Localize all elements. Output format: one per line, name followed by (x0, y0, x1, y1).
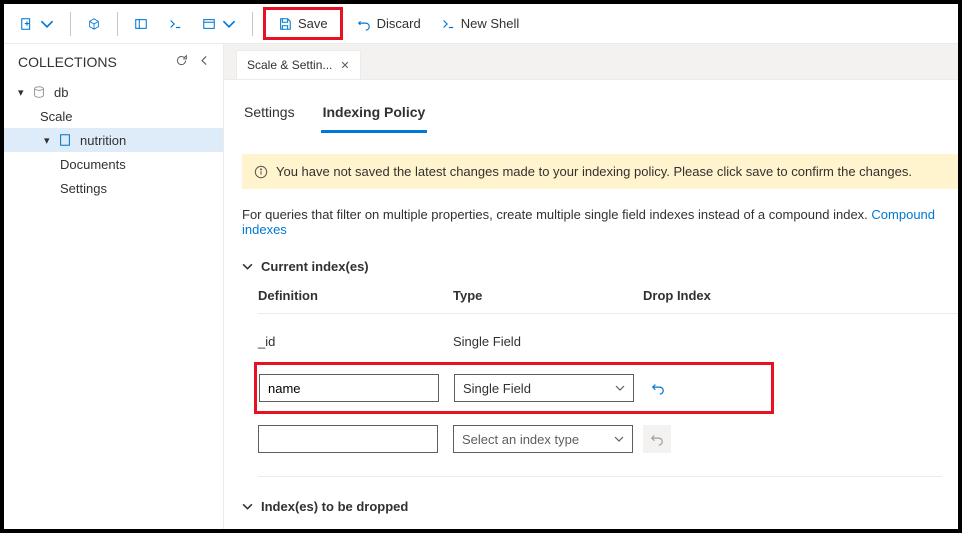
index-row: Single Field (259, 369, 769, 407)
discard-label: Discard (377, 16, 421, 31)
folder-icon (202, 17, 216, 31)
index-type: Single Field (453, 334, 643, 349)
index-table: Definition Type Drop Index _id Single Fi… (258, 288, 958, 458)
tree-settings[interactable]: Settings (4, 176, 223, 200)
chevron-down-icon (614, 434, 624, 444)
chevron-down-icon (242, 501, 253, 512)
col-header-definition: Definition (258, 288, 453, 303)
tree-db[interactable]: ▾ db (4, 80, 223, 104)
tree-scale-label: Scale (40, 109, 73, 124)
folder-dropdown[interactable] (194, 13, 244, 35)
tree-settings-label: Settings (60, 181, 107, 196)
shell-icon (441, 17, 455, 31)
panel-icon (134, 17, 148, 31)
index-row-highlight: Single Field (254, 362, 774, 414)
unsaved-warning: You have not saved the latest changes ma… (242, 154, 958, 189)
tree-nutrition-label: nutrition (80, 133, 126, 148)
collapse-button[interactable] (198, 54, 211, 70)
discard-button[interactable]: Discard (349, 12, 429, 35)
index-row: _id Single Field (258, 322, 958, 360)
separator (70, 12, 71, 36)
collection-icon (58, 133, 72, 147)
section-dropped-indexes[interactable]: Index(es) to be dropped (242, 499, 958, 514)
index-type-select[interactable]: Select an index type (453, 425, 633, 453)
sub-tabs: Settings Indexing Policy (242, 98, 958, 134)
sidebar-title: COLLECTIONS (18, 54, 117, 70)
toolbar: Save Discard New Shell (4, 4, 958, 44)
chevron-down-icon (242, 261, 253, 272)
section-current-indexes[interactable]: Current index(es) (242, 259, 958, 274)
new-shell-button[interactable]: New Shell (433, 12, 528, 35)
document-tab-bar: Scale & Settin... ✕ (224, 44, 958, 80)
index-definition: _id (258, 334, 453, 349)
caret-down-icon: ▾ (18, 86, 28, 99)
tree-db-label: db (54, 85, 68, 100)
close-icon[interactable]: ✕ (340, 59, 349, 72)
separator (117, 12, 118, 36)
description: For queries that filter on multiple prop… (242, 207, 958, 237)
index-type-placeholder: Select an index type (462, 432, 579, 447)
tab-scale-settings[interactable]: Scale & Settin... ✕ (236, 50, 361, 79)
subtab-indexing-policy[interactable]: Indexing Policy (321, 98, 428, 133)
index-definition-input[interactable] (258, 425, 438, 453)
undo-index-button[interactable] (644, 374, 672, 402)
section-dropped-label: Index(es) to be dropped (261, 499, 408, 514)
save-highlight: Save (263, 7, 343, 40)
index-type-select[interactable]: Single Field (454, 374, 634, 402)
description-text: For queries that filter on multiple prop… (242, 207, 871, 222)
panel-button[interactable] (126, 13, 156, 35)
refresh-icon (175, 54, 188, 67)
index-definition-input[interactable] (259, 374, 439, 402)
section-current-label: Current index(es) (261, 259, 369, 274)
undo-icon (357, 17, 371, 31)
new-shell-label: New Shell (461, 16, 520, 31)
sidebar: COLLECTIONS ▾ db Scale ▾ nutr (4, 44, 224, 529)
col-header-type: Type (453, 288, 643, 303)
tree-scale[interactable]: Scale (4, 104, 223, 128)
shell-icon-button[interactable] (160, 13, 190, 35)
new-item-icon (20, 17, 34, 31)
chevron-down-icon (615, 383, 625, 393)
shell-icon (168, 17, 182, 31)
undo-icon (650, 432, 664, 446)
cube-icon (87, 17, 101, 31)
undo-icon (651, 381, 665, 395)
separator (252, 12, 253, 36)
chevron-down-icon (40, 17, 54, 31)
tree-nutrition[interactable]: ▾ nutrition (4, 128, 223, 152)
tree: ▾ db Scale ▾ nutrition Documents Setting… (4, 78, 223, 202)
caret-down-icon: ▾ (44, 134, 54, 147)
info-icon (254, 165, 268, 179)
warning-text: You have not saved the latest changes ma… (276, 164, 912, 179)
open-query-button[interactable] (79, 13, 109, 35)
tab-label: Scale & Settin... (247, 58, 332, 72)
database-icon (32, 85, 46, 99)
tree-documents[interactable]: Documents (4, 152, 223, 176)
divider (258, 476, 942, 477)
refresh-button[interactable] (175, 54, 188, 70)
save-icon (278, 17, 292, 31)
tree-documents-label: Documents (60, 157, 126, 172)
save-label: Save (298, 16, 328, 31)
index-type-value: Single Field (463, 381, 531, 396)
chevron-down-icon (222, 17, 236, 31)
chevron-left-icon (198, 54, 211, 67)
new-dropdown[interactable] (12, 13, 62, 35)
save-button[interactable]: Save (270, 12, 336, 35)
index-row: Select an index type (258, 420, 958, 458)
undo-index-button (643, 425, 671, 453)
col-header-drop: Drop Index (643, 288, 723, 303)
subtab-settings[interactable]: Settings (242, 98, 297, 133)
